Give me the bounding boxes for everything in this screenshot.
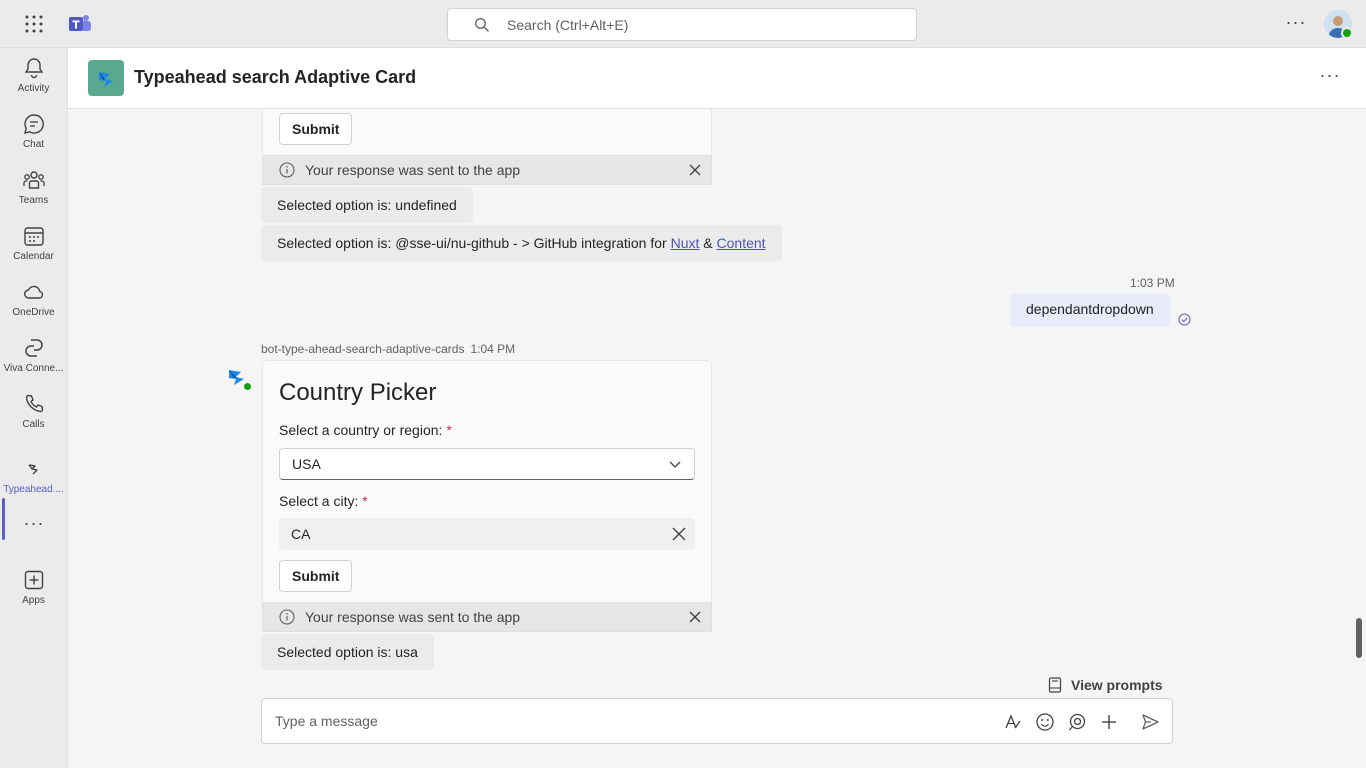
notice-text: Your response was sent to the app [305,162,521,178]
rail-item-label: Chat [22,139,45,150]
content-link[interactable]: Content [717,235,766,251]
response-sent-notice: Your response was sent to the app [262,602,712,632]
reply-text: Selected option is: @sse-ui/nu-github - … [277,235,671,251]
bot-reply-undefined: Selected option is: undefined [261,187,473,223]
message-timestamp: 1:04 PM [470,342,516,356]
rail-item-typeahead[interactable]: Typeahead ... [0,457,67,513]
format-icon[interactable] [1003,712,1023,732]
viva-connections-icon [25,339,43,357]
rail-item-label: OneDrive [12,307,55,318]
message-timestamp: 1:03 PM [1130,276,1175,290]
reply-ampersand: & [699,235,717,251]
message-composer[interactable]: Type a message [261,698,1173,744]
rail-item-activity[interactable]: Activity [0,56,67,112]
chat-more-options-button[interactable]: ··· [1318,66,1342,88]
bot-message-header: bot-type-ahead-search-adaptive-cards 1:04… [261,342,515,356]
cloud-icon [24,285,44,299]
chat-icon [24,114,44,134]
emoji-icon[interactable] [1035,712,1055,732]
close-icon[interactable] [687,162,703,178]
chat-header: Typeahead search Adaptive Card ··· [68,48,1366,109]
rail-item-calls[interactable]: Calls [0,392,67,448]
send-icon[interactable] [1140,712,1160,732]
view-prompts-button[interactable]: View prompts [1048,675,1163,695]
rail-item-onedrive[interactable]: OneDrive [0,280,67,336]
country-selected-value: USA [292,456,321,472]
teams-icon [23,171,45,189]
bot-name: bot-type-ahead-search-adaptive-cards [261,342,465,356]
rail-item-apps[interactable]: Apps [0,568,67,624]
rail-item-label: Calls [22,419,45,430]
rail-item-chat[interactable]: Chat [0,112,67,168]
country-dropdown[interactable]: USA [279,448,695,480]
more-apps-button[interactable]: ··· [22,514,46,536]
rail-item-teams[interactable]: Teams [0,168,67,224]
settings-more-button[interactable]: ··· [1284,13,1308,34]
city-label: Select a city: * [279,493,368,509]
rail-item-label: Activity [17,83,50,94]
my-message: dependantdropdown [1010,293,1170,327]
info-icon [279,609,295,625]
add-apps-icon [24,570,44,590]
view-prompts-label: View prompts [1071,677,1163,693]
notice-text: Your response was sent to the app [305,609,521,625]
submit-button[interactable]: Submit [279,113,353,145]
chevron-down-icon [669,461,681,468]
phone-icon [25,394,44,413]
app-launcher-icon[interactable] [22,12,46,36]
submit-button[interactable]: Submit [279,560,353,592]
add-icon[interactable] [1099,712,1119,732]
rail-item-label: Typeahead ... [3,484,64,495]
required-indicator: * [362,493,368,509]
app-rail: Activity Chat Teams Calendar OneDrive Vi… [0,48,68,768]
card-title: Country Picker [279,379,437,406]
message-sent-icon [1178,313,1191,326]
prompts-icon [1048,677,1062,693]
calendar-icon [24,227,44,246]
loop-icon[interactable] [1067,712,1087,732]
presence-available-icon [1341,27,1353,39]
rail-item-label: Teams [18,195,49,206]
response-sent-notice: Your response was sent to the app [262,155,712,185]
bot-reply-usa: Selected option is: usa [261,634,434,670]
app-logo-icon [99,72,113,87]
top-bar: Search (Ctrl+Alt+E) ··· [0,0,1366,48]
country-label-text: Select a country or region: [279,422,447,438]
city-value: CA [291,526,311,542]
rail-item-label: Apps [22,595,45,606]
bell-icon [24,58,44,79]
scrollbar-thumb[interactable] [1356,618,1362,658]
nuxt-link[interactable]: Nuxt [671,235,700,251]
city-label-text: Select a city: [279,493,363,509]
page-title: Typeahead search Adaptive Card [134,67,417,87]
required-indicator: * [446,422,452,438]
close-icon[interactable] [687,609,703,625]
info-icon [279,162,295,178]
typeahead-app-icon [28,464,38,475]
rail-item-viva-connections[interactable]: Viva Conne... [0,336,67,392]
rail-item-label: Calendar [13,251,54,262]
search-placeholder: Search (Ctrl+Alt+E) [507,16,629,33]
rail-item-label: Viva Conne... [3,363,64,374]
adaptive-card-country-picker: Country Picker Select a country or regio… [262,360,712,632]
clear-icon[interactable] [671,526,687,542]
search-icon [475,17,489,32]
bot-reply-github: Selected option is: @sse-ui/nu-github - … [261,225,782,261]
search-input[interactable]: Search (Ctrl+Alt+E) [447,8,917,41]
teams-logo-icon [68,12,92,36]
country-label: Select a country or region: * [279,422,452,438]
city-typeahead-input[interactable]: CA [279,518,695,550]
app-avatar [88,60,124,96]
presence-available-icon [242,381,253,392]
rail-item-calendar[interactable]: Calendar [0,224,67,280]
composer-placeholder: Type a message [275,713,378,729]
